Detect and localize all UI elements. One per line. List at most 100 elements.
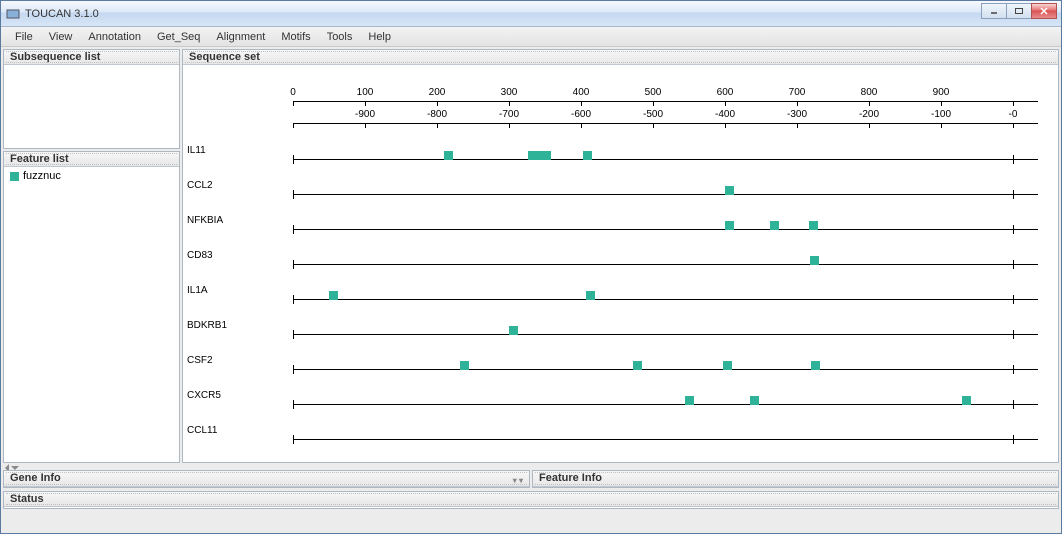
feature-swatch-icon xyxy=(10,172,19,181)
maximize-button[interactable] xyxy=(1006,3,1032,19)
feature-mark[interactable] xyxy=(962,396,971,405)
track-area: 0 100 200 300 400 500 600 700 800 900 -900 -800 -700… xyxy=(183,65,1058,462)
axis-tick-label: -200 xyxy=(859,109,879,120)
feature-mark[interactable] xyxy=(725,221,734,230)
axis-tick-label: 900 xyxy=(933,87,950,98)
feature-mark[interactable] xyxy=(586,291,595,300)
axis-tick-label: -100 xyxy=(931,109,951,120)
sequence-row[interactable]: CSF2 xyxy=(183,349,1058,384)
feature-mark[interactable] xyxy=(750,396,759,405)
feature-info-title: Feature Info xyxy=(533,471,1058,487)
status-title: Status xyxy=(4,492,1058,507)
minimize-button[interactable] xyxy=(981,3,1007,19)
axis-tick-label: 200 xyxy=(429,87,446,98)
status-panel: Status xyxy=(3,491,1059,509)
menubar: File View Annotation Get_Seq Alignment M… xyxy=(1,27,1061,47)
feature-mark[interactable] xyxy=(542,151,551,160)
grip-down-icon xyxy=(11,466,19,470)
feature-mark[interactable] xyxy=(583,151,592,160)
info-row: Gene Info ▾ ▾ Feature Info xyxy=(1,470,1061,488)
sequence-set-title: Sequence set xyxy=(183,50,1058,65)
axis-tick-label: 0 xyxy=(290,87,296,98)
gene-info-title: Gene Info ▾ ▾ xyxy=(4,471,529,487)
sequence-row[interactable]: CXCR5 xyxy=(183,384,1058,419)
feature-list-panel: Feature list fuzznuc xyxy=(3,151,180,463)
subsequence-list-panel: Subsequence list xyxy=(3,49,180,149)
feature-mark[interactable] xyxy=(460,361,469,370)
axis-bottom: -900 -800 -700 -600 -500 -400 -300 -200 -100 -0 xyxy=(183,109,1058,131)
menu-get-seq[interactable]: Get_Seq xyxy=(149,29,208,45)
window-title: TOUCAN 3.1.0 xyxy=(25,8,99,20)
feature-mark[interactable] xyxy=(633,361,642,370)
menu-view[interactable]: View xyxy=(41,29,81,45)
menu-file[interactable]: File xyxy=(7,29,41,45)
feature-mark[interactable] xyxy=(811,361,820,370)
axis-tick-label: 300 xyxy=(501,87,518,98)
sequence-label: CCL2 xyxy=(183,180,278,191)
axis-tick-label: -500 xyxy=(643,109,663,120)
window-controls xyxy=(981,3,1057,19)
menu-alignment[interactable]: Alignment xyxy=(208,29,273,45)
axis-tick-label: -600 xyxy=(571,109,591,120)
axis-tick-label: 800 xyxy=(861,87,878,98)
axis-tick-label: 600 xyxy=(717,87,734,98)
feature-list-title: Feature list xyxy=(4,152,179,167)
axis-tick-label: -400 xyxy=(715,109,735,120)
feature-mark[interactable] xyxy=(723,361,732,370)
feature-mark[interactable] xyxy=(509,326,518,335)
sequence-set-panel: Sequence set 0 100 200 300 400 500 600 700 800 90… xyxy=(182,49,1059,463)
axis-tick-label: -300 xyxy=(787,109,807,120)
sequence-row[interactable]: CCL2 xyxy=(183,174,1058,209)
feature-list-item-label: fuzznuc xyxy=(23,170,61,182)
close-button[interactable] xyxy=(1031,3,1057,19)
subsequence-list-title: Subsequence list xyxy=(4,50,179,65)
status-row: Status xyxy=(1,491,1061,511)
grip-icon[interactable]: ▾ ▾ xyxy=(513,474,523,488)
sequence-label: CD83 xyxy=(183,250,278,261)
menu-motifs[interactable]: Motifs xyxy=(273,29,318,45)
sequence-label: IL1A xyxy=(183,285,278,296)
app-icon xyxy=(5,6,21,22)
left-column: Subsequence list Feature list fuzznuc xyxy=(3,49,180,463)
feature-mark[interactable] xyxy=(685,396,694,405)
feature-list-item[interactable]: fuzznuc xyxy=(8,169,175,183)
main-area: Subsequence list Feature list fuzznuc Se… xyxy=(1,47,1061,465)
sequence-set-scroll[interactable]: 0 100 200 300 400 500 600 700 800 900 -900 -800 -700… xyxy=(183,65,1058,462)
feature-mark[interactable] xyxy=(444,151,453,160)
sequence-label: IL11 xyxy=(183,145,278,156)
sequence-row[interactable]: IL1A xyxy=(183,279,1058,314)
feature-mark[interactable] xyxy=(329,291,338,300)
sequence-row[interactable]: CCL11 xyxy=(183,419,1058,454)
axis-tick-label: 700 xyxy=(789,87,806,98)
sequence-row[interactable]: IL11 xyxy=(183,139,1058,174)
menu-annotation[interactable]: Annotation xyxy=(80,29,149,45)
feature-mark[interactable] xyxy=(725,186,734,195)
feature-mark[interactable] xyxy=(810,256,819,265)
gene-info-panel: Gene Info ▾ ▾ xyxy=(3,470,530,488)
sequence-label: CXCR5 xyxy=(183,390,278,401)
axis-tick-label: -900 xyxy=(355,109,375,120)
feature-mark[interactable] xyxy=(770,221,779,230)
titlebar: TOUCAN 3.1.0 xyxy=(1,1,1061,27)
sequence-row[interactable]: BDKRB1 xyxy=(183,314,1058,349)
axis-tick-label: -0 xyxy=(1009,109,1018,120)
subsequence-list-body[interactable] xyxy=(4,65,179,148)
axis-tick-label: 500 xyxy=(645,87,662,98)
feature-mark[interactable] xyxy=(809,221,818,230)
sequence-label: CCL11 xyxy=(183,425,278,436)
sequence-row[interactable]: NFKBIA xyxy=(183,209,1058,244)
axis-tick-label: 100 xyxy=(357,87,374,98)
sequence-label: NFKBIA xyxy=(183,215,278,226)
axis-tick-label: -800 xyxy=(427,109,447,120)
feature-list-body[interactable]: fuzznuc xyxy=(4,167,179,462)
feature-info-panel: Feature Info xyxy=(532,470,1059,488)
menu-help[interactable]: Help xyxy=(360,29,399,45)
axis-tick-label: 400 xyxy=(573,87,590,98)
sequence-label: BDKRB1 xyxy=(183,320,278,331)
menu-tools[interactable]: Tools xyxy=(319,29,361,45)
axis-top: 0 100 200 300 400 500 600 700 800 900 xyxy=(183,87,1058,109)
axis-tick-label: -700 xyxy=(499,109,519,120)
sequence-row[interactable]: CD83 xyxy=(183,244,1058,279)
feature-mark[interactable] xyxy=(528,151,537,160)
sequence-label: CSF2 xyxy=(183,355,278,366)
